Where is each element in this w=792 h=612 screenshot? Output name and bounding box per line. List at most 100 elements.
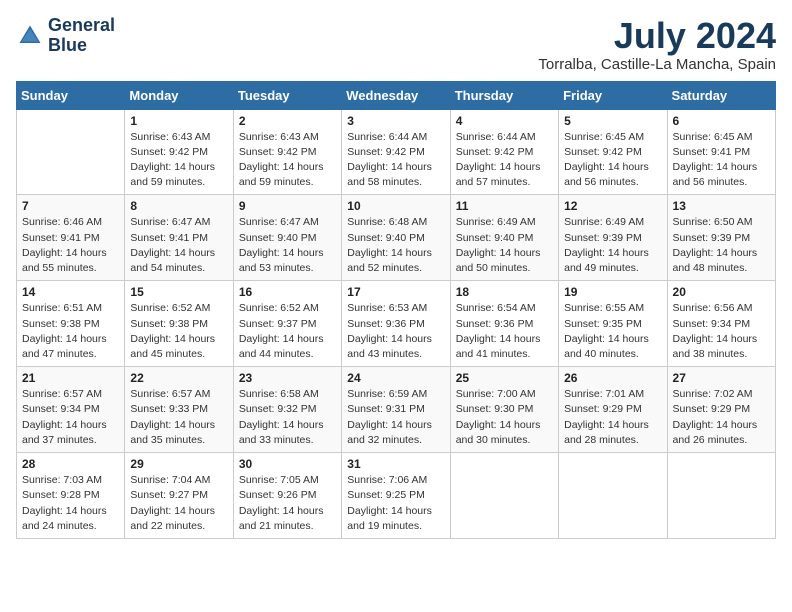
header-row: SundayMondayTuesdayWednesdayThursdayFrid… — [17, 81, 776, 109]
day-info: Sunrise: 6:44 AMSunset: 9:42 PMDaylight:… — [347, 130, 444, 191]
day-number: 19 — [564, 285, 661, 299]
day-number: 30 — [239, 457, 336, 471]
day-number: 27 — [673, 371, 770, 385]
day-info: Sunrise: 6:44 AMSunset: 9:42 PMDaylight:… — [456, 130, 553, 191]
calendar-cell: 30 Sunrise: 7:05 AMSunset: 9:26 PMDayligh… — [233, 453, 341, 539]
calendar-cell: 12 Sunrise: 6:49 AMSunset: 9:39 PMDayligh… — [559, 195, 667, 281]
title-block: July 2024 Torralba, Castille-La Mancha, … — [538, 16, 776, 73]
day-number: 18 — [456, 285, 553, 299]
day-info: Sunrise: 6:49 AMSunset: 9:40 PMDaylight:… — [456, 215, 553, 276]
calendar-cell: 25 Sunrise: 7:00 AMSunset: 9:30 PMDayligh… — [450, 367, 558, 453]
day-number: 17 — [347, 285, 444, 299]
day-number: 12 — [564, 199, 661, 213]
day-number: 21 — [22, 371, 119, 385]
logo-icon — [16, 22, 44, 50]
logo-text: General Blue — [48, 16, 115, 56]
day-info: Sunrise: 6:57 AMSunset: 9:33 PMDaylight:… — [130, 387, 227, 448]
calendar-week-row: 21 Sunrise: 6:57 AMSunset: 9:34 PMDayligh… — [17, 367, 776, 453]
day-number: 24 — [347, 371, 444, 385]
calendar-week-row: 28Sunrise: 7:03 AMSunset: 9:28 PMDayligh… — [17, 453, 776, 539]
day-info: Sunrise: 6:53 AMSunset: 9:36 PMDaylight:… — [347, 301, 444, 362]
calendar-cell: 28Sunrise: 7:03 AMSunset: 9:28 PMDayligh… — [17, 453, 125, 539]
calendar-cell — [450, 453, 558, 539]
calendar-cell: 27 Sunrise: 7:02 AMSunset: 9:29 PMDayligh… — [667, 367, 775, 453]
calendar-cell: 19 Sunrise: 6:55 AMSunset: 9:35 PMDayligh… — [559, 281, 667, 367]
day-info: Sunrise: 6:50 AMSunset: 9:39 PMDaylight:… — [673, 215, 770, 276]
day-info: Sunrise: 6:47 AMSunset: 9:40 PMDaylight:… — [239, 215, 336, 276]
calendar-cell — [667, 453, 775, 539]
day-number: 11 — [456, 199, 553, 213]
day-info: Sunrise: 6:52 AMSunset: 9:37 PMDaylight:… — [239, 301, 336, 362]
calendar-week-row: 14Sunrise: 6:51 AMSunset: 9:38 PMDayligh… — [17, 281, 776, 367]
day-info: Sunrise: 6:58 AMSunset: 9:32 PMDaylight:… — [239, 387, 336, 448]
day-number: 16 — [239, 285, 336, 299]
day-info: Sunrise: 6:55 AMSunset: 9:35 PMDaylight:… — [564, 301, 661, 362]
header-day: Monday — [125, 81, 233, 109]
day-number: 13 — [673, 199, 770, 213]
day-info: Sunrise: 6:45 AMSunset: 9:41 PMDaylight:… — [673, 130, 770, 191]
day-info: Sunrise: 6:48 AMSunset: 9:40 PMDaylight:… — [347, 215, 444, 276]
day-number: 5 — [564, 114, 661, 128]
calendar-cell: 20 Sunrise: 6:56 AMSunset: 9:34 PMDayligh… — [667, 281, 775, 367]
calendar-cell: 14Sunrise: 6:51 AMSunset: 9:38 PMDayligh… — [17, 281, 125, 367]
day-info: Sunrise: 7:04 AMSunset: 9:27 PMDaylight:… — [130, 473, 227, 534]
day-number: 9 — [239, 199, 336, 213]
calendar-week-row: 7Sunrise: 6:46 AMSunset: 9:41 PMDaylight… — [17, 195, 776, 281]
day-info: Sunrise: 7:06 AMSunset: 9:25 PMDaylight:… — [347, 473, 444, 534]
day-info: Sunrise: 6:49 AMSunset: 9:39 PMDaylight:… — [564, 215, 661, 276]
day-number: 26 — [564, 371, 661, 385]
day-info: Sunrise: 6:56 AMSunset: 9:34 PMDaylight:… — [673, 301, 770, 362]
calendar-cell: 6 Sunrise: 6:45 AMSunset: 9:41 PMDaylight… — [667, 109, 775, 195]
day-info: Sunrise: 6:54 AMSunset: 9:36 PMDaylight:… — [456, 301, 553, 362]
day-info: Sunrise: 7:00 AMSunset: 9:30 PMDaylight:… — [456, 387, 553, 448]
day-number: 31 — [347, 457, 444, 471]
day-info: Sunrise: 6:52 AMSunset: 9:38 PMDaylight:… — [130, 301, 227, 362]
day-info: Sunrise: 7:03 AMSunset: 9:28 PMDaylight:… — [22, 473, 119, 534]
day-info: Sunrise: 6:59 AMSunset: 9:31 PMDaylight:… — [347, 387, 444, 448]
calendar-cell: 24 Sunrise: 6:59 AMSunset: 9:31 PMDayligh… — [342, 367, 450, 453]
day-number: 6 — [673, 114, 770, 128]
calendar-cell: 13 Sunrise: 6:50 AMSunset: 9:39 PMDayligh… — [667, 195, 775, 281]
day-info: Sunrise: 6:43 AMSunset: 9:42 PMDaylight:… — [239, 130, 336, 191]
calendar-cell: 3 Sunrise: 6:44 AMSunset: 9:42 PMDaylight… — [342, 109, 450, 195]
calendar-cell: 1Sunrise: 6:43 AMSunset: 9:42 PMDaylight… — [125, 109, 233, 195]
calendar-cell: 29 Sunrise: 7:04 AMSunset: 9:27 PMDayligh… — [125, 453, 233, 539]
calendar-cell: 31 Sunrise: 7:06 AMSunset: 9:25 PMDayligh… — [342, 453, 450, 539]
day-number: 2 — [239, 114, 336, 128]
calendar-cell: 10 Sunrise: 6:48 AMSunset: 9:40 PMDayligh… — [342, 195, 450, 281]
calendar-week-row: 1 Sunrise: 6:43 AMSunset: 9:42 PMDaylight… — [17, 109, 776, 195]
calendar-cell: 11 Sunrise: 6:49 AMSunset: 9:40 PMDayligh… — [450, 195, 558, 281]
calendar-cell: 18 Sunrise: 6:54 AMSunset: 9:36 PMDayligh… — [450, 281, 558, 367]
day-info: Sunrise: 7:05 AMSunset: 9:26 PMDaylight:… — [239, 473, 336, 534]
day-number: 1 — [130, 114, 227, 128]
calendar-cell: 5 Sunrise: 6:45 AMSunset: 9:42 PMDaylight… — [559, 109, 667, 195]
calendar-cell: 15 Sunrise: 6:52 AMSunset: 9:38 PMDayligh… — [125, 281, 233, 367]
calendar-cell — [559, 453, 667, 539]
day-number: 29 — [130, 457, 227, 471]
calendar-cell: 21 Sunrise: 6:57 AMSunset: 9:34 PMDayligh… — [17, 367, 125, 453]
calendar-cell: 8Sunrise: 6:47 AMSunset: 9:41 PMDaylight… — [125, 195, 233, 281]
day-info: Sunrise: 6:57 AMSunset: 9:34 PMDaylight:… — [22, 387, 119, 448]
location-title: Torralba, Castille-La Mancha, Spain — [538, 56, 776, 73]
day-info: Sunrise: 6:45 AMSunset: 9:42 PMDaylight:… — [564, 130, 661, 191]
day-info: Sunrise: 7:02 AMSunset: 9:29 PMDaylight:… — [673, 387, 770, 448]
day-number: 25 — [456, 371, 553, 385]
day-number: 23 — [239, 371, 336, 385]
day-number: 15 — [130, 285, 227, 299]
day-number: 20 — [673, 285, 770, 299]
header-day: Tuesday — [233, 81, 341, 109]
day-number: 4 — [456, 114, 553, 128]
calendar-cell: 7Sunrise: 6:46 AMSunset: 9:41 PMDaylight… — [17, 195, 125, 281]
header-day: Thursday — [450, 81, 558, 109]
day-info: Sunrise: 6:46 AMSunset: 9:41 PMDaylight:… — [22, 215, 119, 276]
day-number: 8 — [130, 199, 227, 213]
page-header: General Blue July 2024 Torralba, Castill… — [16, 16, 776, 73]
month-title: July 2024 — [538, 16, 776, 56]
calendar-cell: 4 Sunrise: 6:44 AMSunset: 9:42 PMDaylight… — [450, 109, 558, 195]
day-number: 14 — [22, 285, 119, 299]
calendar-cell: 22Sunrise: 6:57 AMSunset: 9:33 PMDayligh… — [125, 367, 233, 453]
calendar-cell — [17, 109, 125, 195]
header-day: Sunday — [17, 81, 125, 109]
day-number: 10 — [347, 199, 444, 213]
day-number: 3 — [347, 114, 444, 128]
